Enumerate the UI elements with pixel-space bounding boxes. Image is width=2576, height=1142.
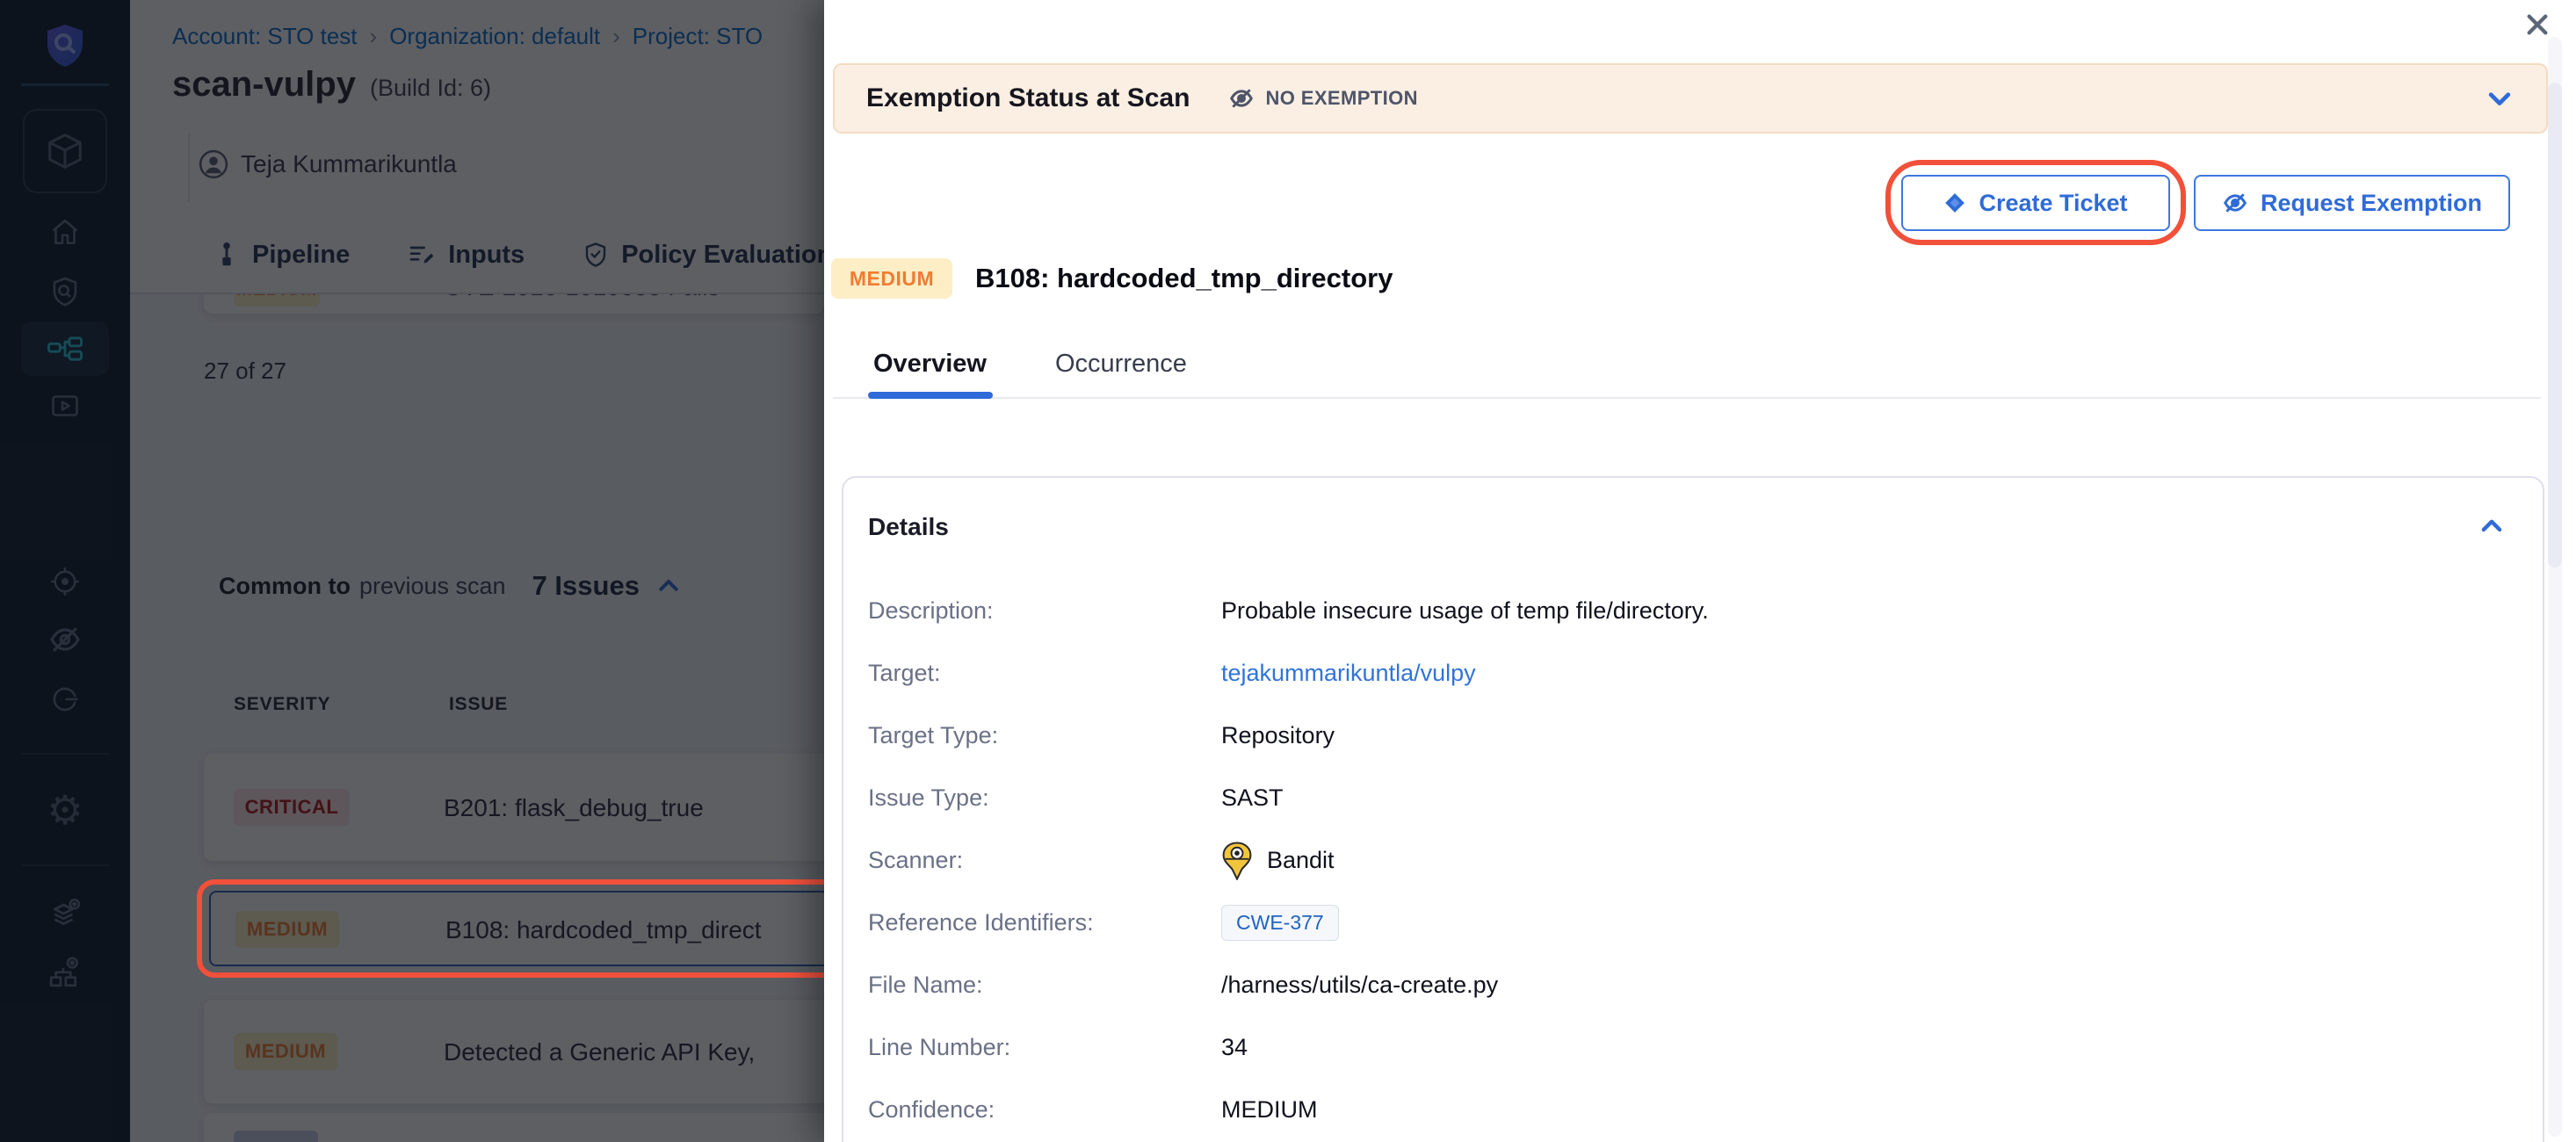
severity-badge: MEDIUM: [831, 258, 952, 299]
issue-title: B108: hardcoded_tmp_directory: [975, 258, 1393, 299]
eye-off-icon: [1228, 85, 1255, 112]
scrollbar-thumb[interactable]: [2548, 83, 2562, 567]
field-line-number: Line Number: 34: [868, 1016, 2507, 1079]
details-card-title: Details: [868, 513, 949, 541]
app-root: ⚙ Account: STO test › Organization: defa…: [0, 0, 2576, 1142]
field-label: Scanner:: [868, 847, 1221, 874]
cwe-chip[interactable]: CWE-377: [1221, 905, 1339, 941]
field-value: Repository: [1221, 722, 1335, 749]
issue-detail-drawer: Exemption Status at Scan NO EXEMPTION Cr…: [824, 0, 2576, 1142]
no-exemption-label: NO EXEMPTION: [1265, 87, 1418, 110]
field-label: Target:: [868, 660, 1221, 687]
annotation-highlight-create-ticket: [1885, 160, 2186, 245]
field-label: File Name:: [868, 972, 1221, 999]
field-scanner: Scanner: Bandit: [868, 829, 2507, 892]
field-description: Description: Probable insecure usage of …: [868, 580, 2507, 642]
field-label: Line Number:: [868, 1034, 1221, 1061]
field-label: Target Type:: [868, 722, 1221, 749]
annotation-highlight-row: [197, 879, 843, 978]
field-value: /harness/utils/ca-create.py: [1221, 972, 1498, 999]
request-exemption-label: Request Exemption: [2261, 190, 2482, 217]
active-tab-underline: [868, 392, 993, 399]
field-value: SAST: [1221, 784, 1284, 812]
field-value: Probable insecure usage of temp file/dir…: [1221, 597, 1709, 625]
field-target: Target: tejakummarikuntla/vulpy: [868, 642, 2507, 705]
field-confidence: Confidence: MEDIUM: [868, 1079, 2507, 1141]
field-value: MEDIUM: [1221, 1096, 1318, 1124]
details-card: Details Description: Probable insecure u…: [842, 476, 2544, 1142]
scanner-name: Bandit: [1267, 847, 1335, 874]
field-issue-type: Issue Type: SAST: [868, 767, 2507, 829]
eye-off-icon: [2222, 190, 2248, 216]
target-link[interactable]: tejakummarikuntla/vulpy: [1221, 660, 1476, 687]
tab-overview[interactable]: Overview: [873, 350, 987, 379]
field-label: Confidence:: [868, 1096, 1221, 1124]
field-label: Reference Identifiers:: [868, 909, 1221, 936]
field-value: 34: [1221, 1034, 1248, 1061]
detail-tabs: Overview Occurrence: [873, 350, 1187, 379]
request-exemption-button[interactable]: Request Exemption: [2194, 175, 2510, 231]
field-target-type: Target Type: Repository: [868, 705, 2507, 767]
tab-occurrence[interactable]: Occurrence: [1055, 350, 1187, 379]
field-label: Description:: [868, 597, 1221, 625]
details-fields: Description: Probable insecure usage of …: [868, 580, 2507, 1141]
banner-title: Exemption Status at Scan: [866, 83, 1190, 113]
divider: [833, 397, 2541, 399]
field-file-name: File Name: /harness/utils/ca-create.py: [868, 954, 2507, 1016]
chevron-down-icon[interactable]: [2485, 86, 2514, 111]
chevron-up-icon[interactable]: [2478, 515, 2506, 538]
field-label: Issue Type:: [868, 784, 1221, 812]
bandit-scanner-icon: [1221, 842, 1253, 880]
no-exemption-badge: NO EXEMPTION: [1228, 85, 1418, 112]
scrollbar-track[interactable]: [2548, 37, 2562, 1137]
exemption-status-banner: Exemption Status at Scan NO EXEMPTION: [833, 63, 2548, 134]
field-reference-identifiers: Reference Identifiers: CWE-377: [868, 892, 2507, 954]
